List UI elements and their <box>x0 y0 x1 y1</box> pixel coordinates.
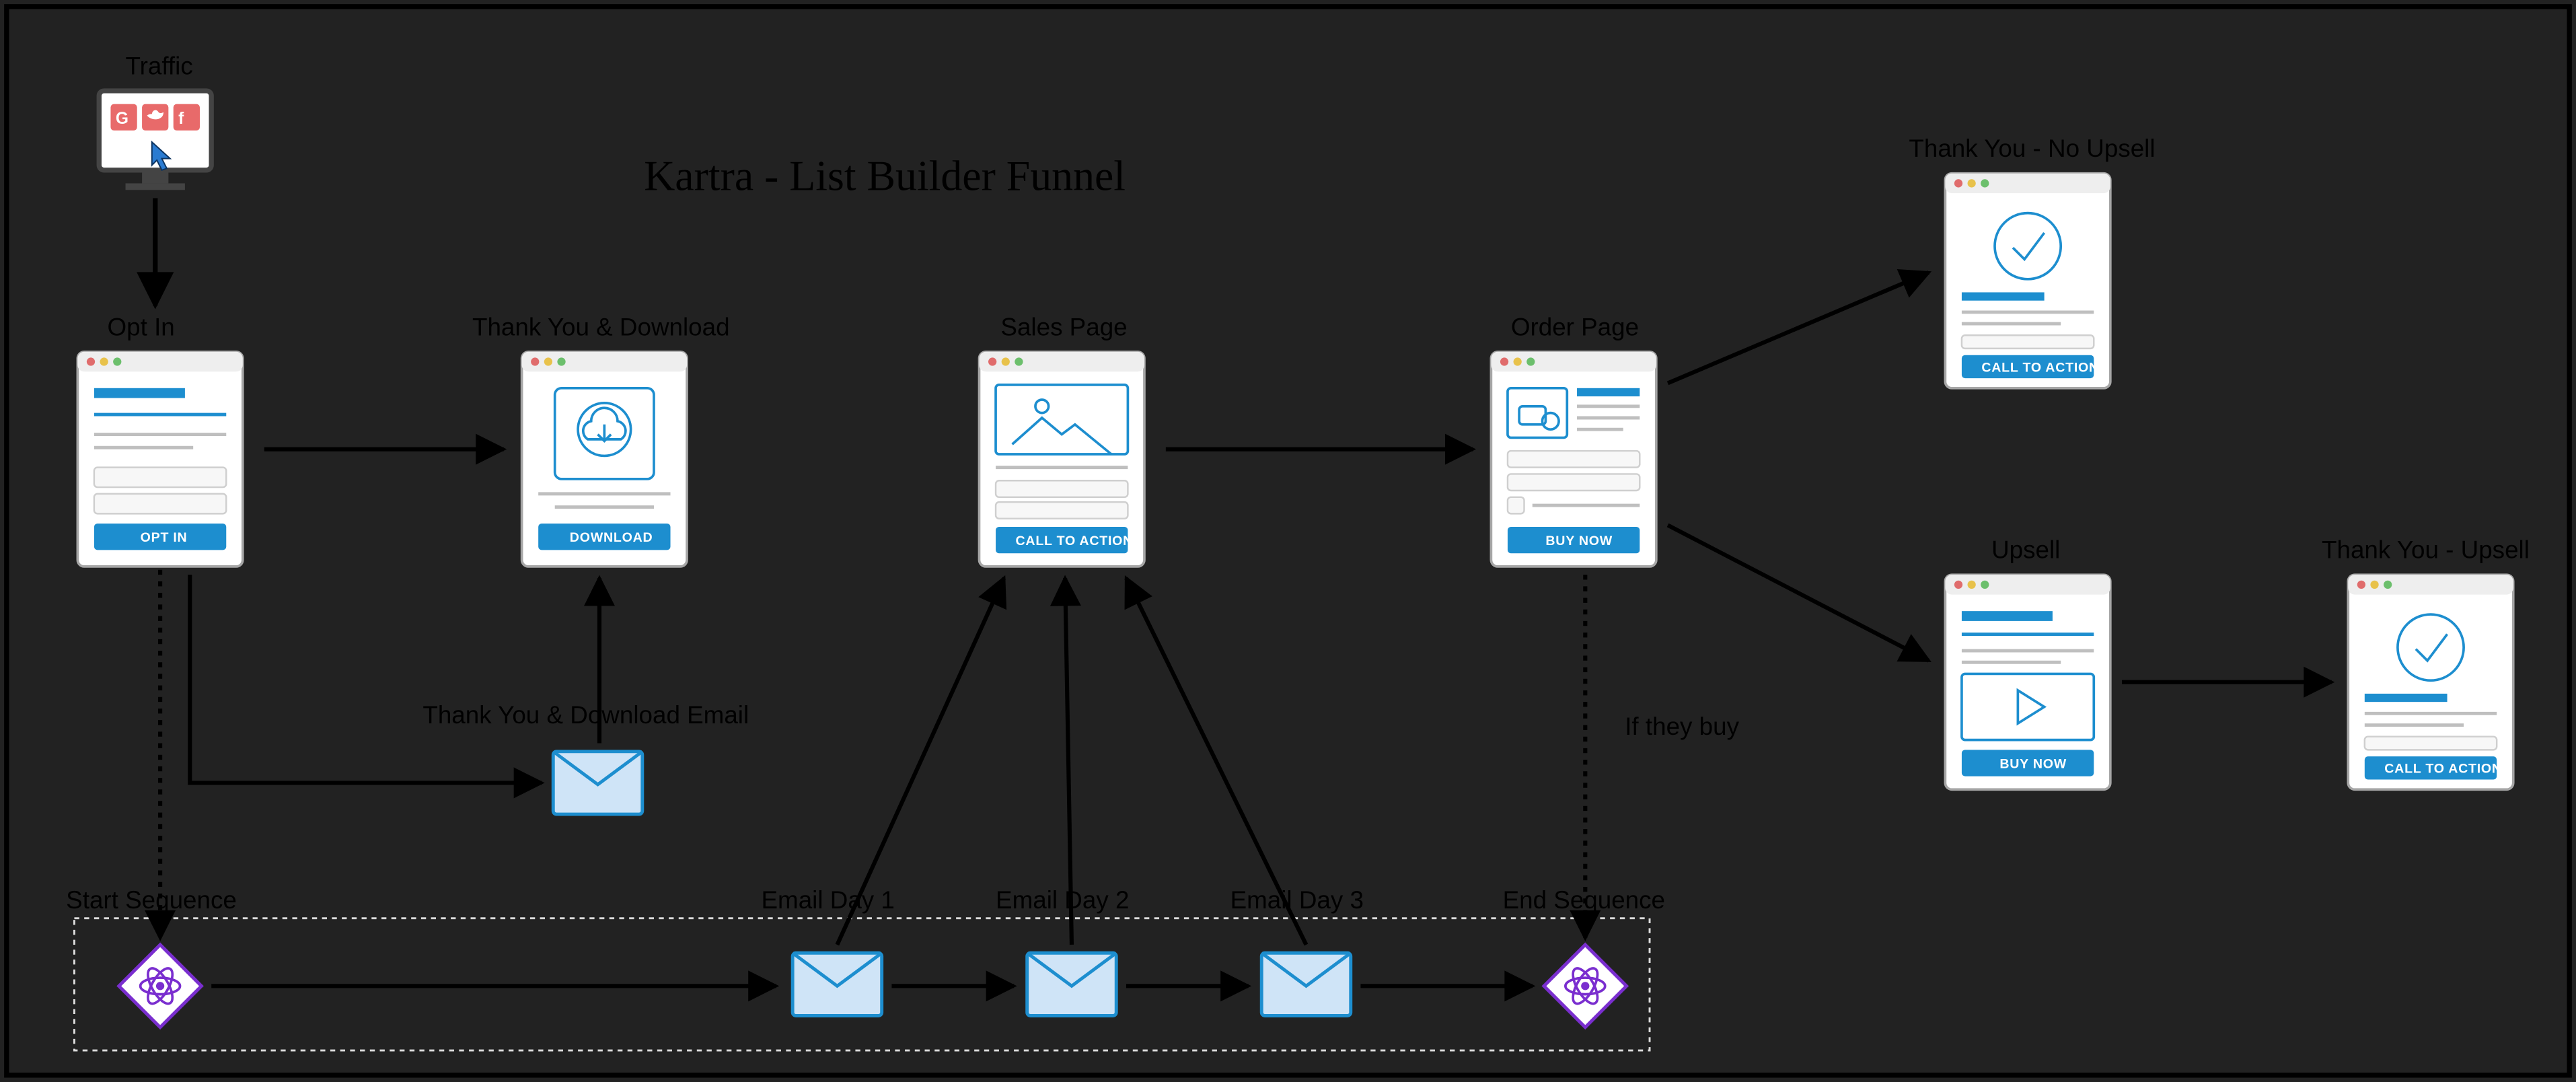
node-email-day3 <box>1261 953 1351 1015</box>
label-email-day3: Email Day 3 <box>1230 886 1364 914</box>
node-order: Order Page BUY NOW <box>1491 313 1656 567</box>
svg-text:G: G <box>116 110 128 128</box>
diagram-title: Kartra - List Builder Funnel <box>644 151 1126 199</box>
node-email-day2 <box>1027 953 1117 1015</box>
order-cta-label: BUY NOW <box>1545 534 1613 548</box>
sales-cta-label: CALL TO ACTION <box>1016 534 1134 548</box>
label-order: Order Page <box>1511 313 1639 340</box>
ty-noupsell-cta-label: CALL TO ACTION <box>1981 360 2099 375</box>
download-cta-label: DOWNLOAD <box>570 530 653 545</box>
optin-cta-label: OPT IN <box>141 530 188 545</box>
canvas-frame <box>7 7 2569 1075</box>
upsell-cta-label: BUY NOW <box>1999 756 2067 771</box>
label-optin: Opt In <box>108 313 175 340</box>
atom-icon <box>1581 982 1589 990</box>
label-upsell: Upsell <box>1991 536 2060 564</box>
node-email-day1 <box>793 953 882 1015</box>
monitor-base <box>126 183 185 190</box>
node-sales: Sales Page CALL TO ACTION <box>980 313 1144 567</box>
label-if-they-buy: If they buy <box>1625 713 1739 740</box>
label-ty-noupsell: Thank You - No Upsell <box>1909 135 2155 162</box>
label-ty-dl: Thank You & Download <box>472 313 730 340</box>
node-upsell: Upsell BUY NOW <box>1945 536 2110 790</box>
label-ty-dl-email: Thank You & Download Email <box>422 701 749 729</box>
label-email-day1: Email Day 1 <box>762 886 895 914</box>
label-start-seq: Start Sequence <box>66 886 237 914</box>
facebook-icon <box>174 104 200 131</box>
funnel-diagram: Kartra - List Builder Funnel Traffic G f… <box>0 0 2576 1082</box>
node-optin: Opt In OPT IN <box>77 313 242 567</box>
node-ty-upsell: Thank You - Upsell CALL TO ACTION <box>2322 536 2530 790</box>
label-email-day2: Email Day 2 <box>996 886 1129 914</box>
monitor-stand <box>142 170 168 184</box>
label-sales: Sales Page <box>1000 313 1127 340</box>
node-ty-dl-email <box>553 752 642 814</box>
svg-text:f: f <box>178 110 184 128</box>
ty-upsell-cta-label: CALL TO ACTION <box>2384 762 2502 777</box>
atom-icon <box>156 982 164 990</box>
label-ty-upsell: Thank You - Upsell <box>2322 536 2530 564</box>
label-traffic: Traffic <box>126 52 193 79</box>
